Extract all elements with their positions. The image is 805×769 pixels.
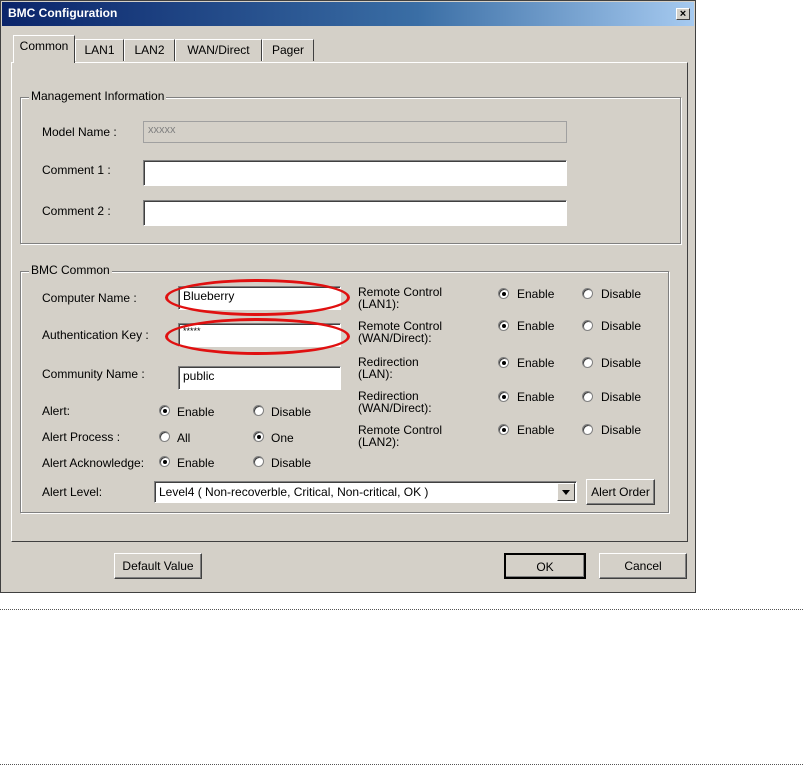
bmc-config-dialog: BMC Configuration × Common LAN1 LAN2 WAN… [0,0,696,593]
tab-lan2[interactable]: LAN2 [124,39,175,61]
bmc-common-title: BMC Common [29,263,112,277]
alert-enable-label: Enable [177,405,215,419]
computer-name-label: Computer Name : [42,291,137,305]
comment1-label: Comment 1 : [42,163,111,177]
comment2-label: Comment 2 : [42,204,111,218]
cancel-button[interactable]: Cancel [599,553,687,579]
community-name-label: Community Name : [42,367,145,381]
alert-ack-enable-label: Enable [177,456,215,470]
remote-control-wan-enable-label: Enable [517,319,555,333]
remote-control-lan2-disable-radio[interactable] [582,424,593,435]
management-info-title: Management Information [29,89,167,103]
window-title: BMC Configuration [8,6,118,20]
comment2-input[interactable] [143,200,567,226]
remote-control-lan2-disable-label: Disable [601,423,642,437]
redirection-lan-label: Redirection (LAN): [358,355,419,381]
remote-control-lan2-enable-label: Enable [517,423,555,437]
redirection-wan-enable-label: Enable [517,390,555,404]
redirection-lan-enable-label: Enable [517,356,555,370]
comment1-input[interactable] [143,160,567,186]
alert-ack-disable-label: Disable [271,456,312,470]
remote-control-wan-disable-radio[interactable] [582,320,593,331]
tab-wan-direct[interactable]: WAN/Direct [175,39,262,61]
redirection-lan-disable-radio[interactable] [582,357,593,368]
computer-name-input[interactable]: Blueberry [178,286,341,310]
remote-control-wan-enable-radio[interactable] [498,320,509,331]
remote-control-wan-label: Remote Control (WAN/Direct): [358,319,443,345]
remote-control-lan1-disable-label: Disable [601,287,642,301]
alert-process-one-radio[interactable] [253,431,264,442]
alert-ack-label: Alert Acknowledge: [42,456,145,470]
alert-order-button[interactable]: Alert Order [586,479,655,505]
alert-ack-enable-radio[interactable] [159,456,170,467]
redirection-lan-disable-label: Disable [601,356,642,370]
remote-control-lan2-enable-radio[interactable] [498,424,509,435]
remote-control-lan1-enable-label: Enable [517,287,555,301]
dotted-divider-top [0,609,803,610]
alert-enable-radio[interactable] [159,405,170,416]
close-button[interactable]: × [676,8,690,20]
alert-label: Alert: [42,404,71,418]
title-bar: BMC Configuration [2,2,694,26]
tab-common[interactable]: Common [13,35,75,63]
alert-level-value: Level4 ( Non-recoverble, Critical, Non-c… [159,485,429,499]
redirection-lan-enable-radio[interactable] [498,357,509,368]
alert-disable-label: Disable [271,405,312,419]
remote-control-lan1-label: Remote Control (LAN1): [358,285,443,311]
bmc-common-group [20,271,669,513]
alert-process-all-label: All [177,431,191,445]
tab-lan1[interactable]: LAN1 [75,39,124,61]
redirection-wan-label: Redirection (WAN/Direct): [358,389,432,415]
redirection-wan-disable-label: Disable [601,390,642,404]
alert-disable-radio[interactable] [253,405,264,416]
redirection-wan-enable-radio[interactable] [498,391,509,402]
alert-ack-disable-radio[interactable] [253,456,264,467]
redirection-wan-disable-radio[interactable] [582,391,593,402]
default-value-button[interactable]: Default Value [114,553,202,579]
model-name-field: xxxxx [143,121,567,143]
alert-process-label: Alert Process : [42,430,121,444]
chevron-down-icon [562,490,570,495]
auth-key-label: Authentication Key : [42,328,149,342]
ok-button[interactable]: OK [504,553,586,579]
auth-key-input[interactable]: ***** [178,323,341,347]
remote-control-lan2-label: Remote Control (LAN2): [358,423,443,449]
model-name-label: Model Name : [42,125,117,139]
alert-level-select[interactable]: Level4 ( Non-recoverble, Critical, Non-c… [154,481,577,503]
alert-process-all-radio[interactable] [159,431,170,442]
alert-level-dropdown-button[interactable] [557,483,575,501]
remote-control-lan1-enable-radio[interactable] [498,288,509,299]
dotted-divider-bottom [0,764,803,765]
remote-control-lan1-disable-radio[interactable] [582,288,593,299]
tab-pager[interactable]: Pager [262,39,314,61]
alert-level-label: Alert Level: [42,485,103,499]
community-name-input[interactable]: public [178,366,341,390]
alert-process-one-label: One [271,431,294,445]
remote-control-wan-disable-label: Disable [601,319,642,333]
